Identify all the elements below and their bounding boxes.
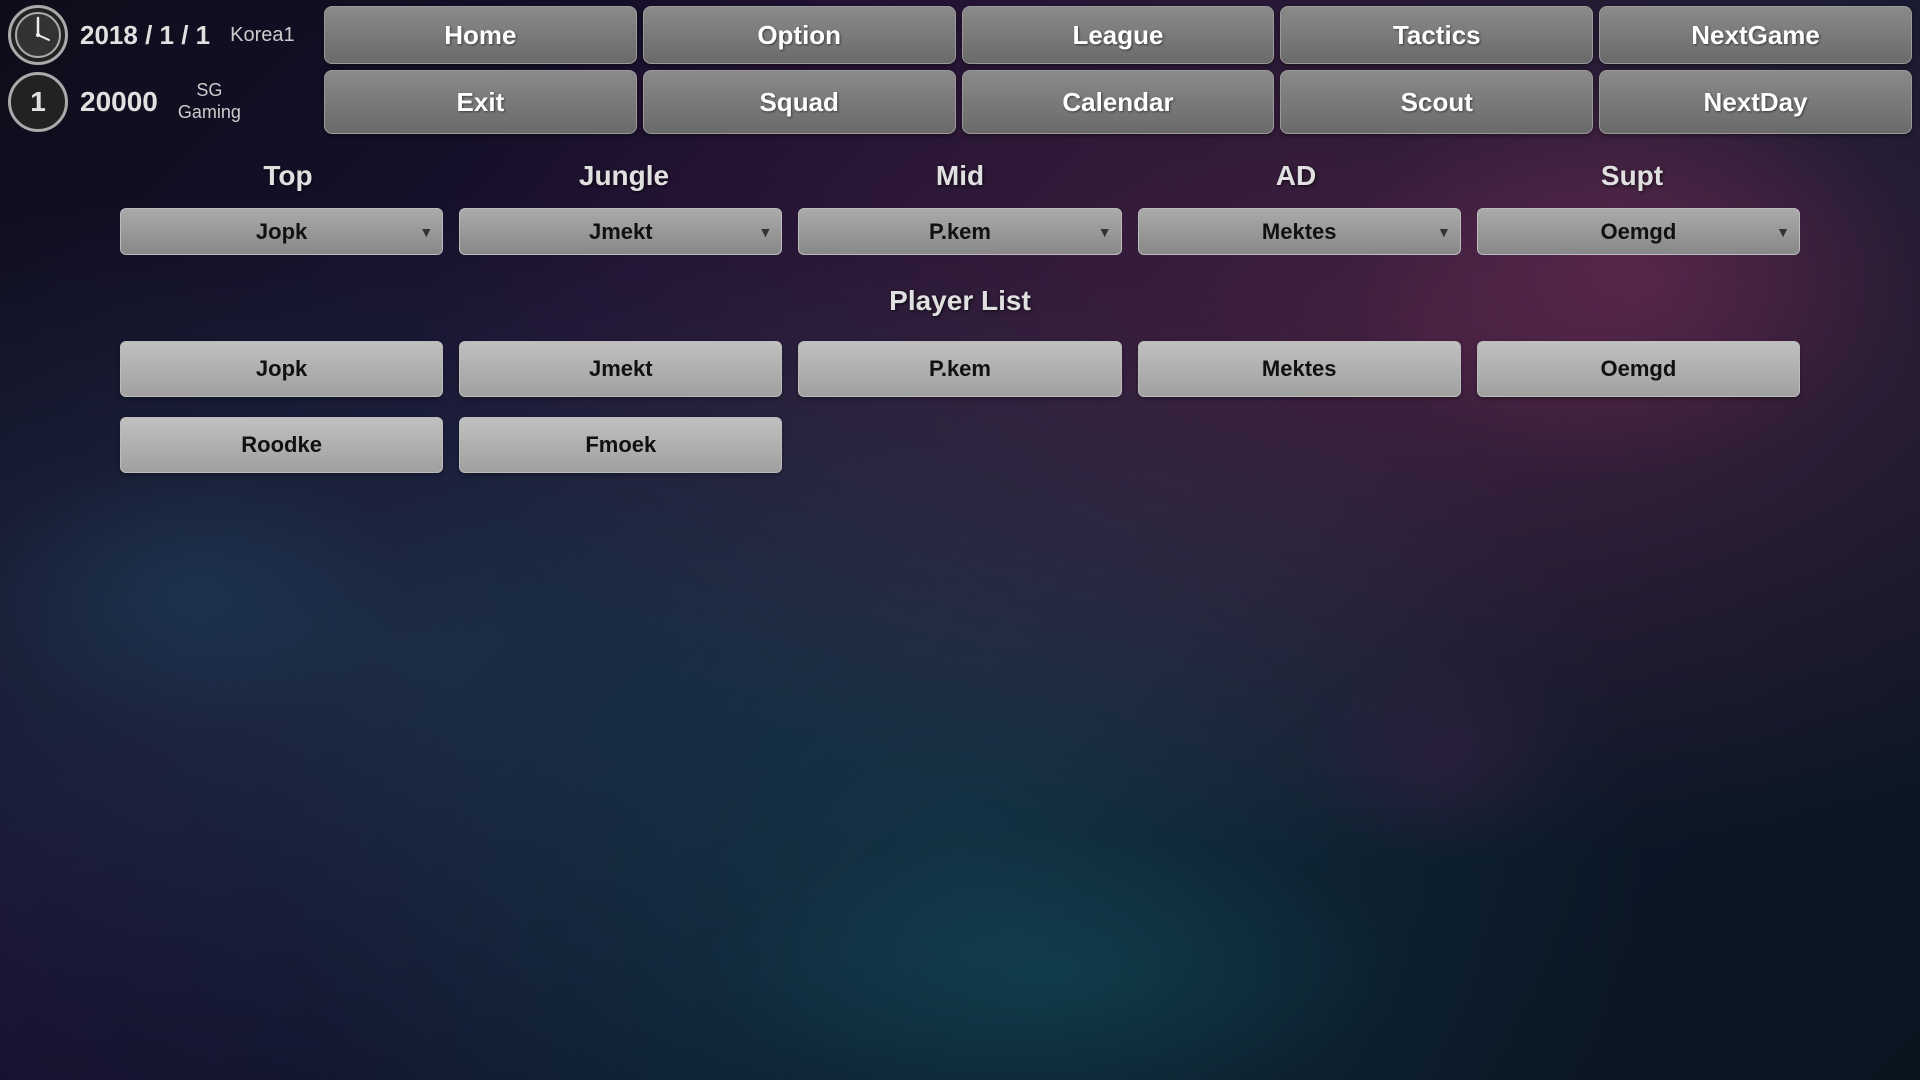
calendar-button[interactable]: Calendar — [962, 70, 1275, 134]
rank-badge: 1 — [8, 72, 68, 132]
top-select[interactable]: Jopk — [120, 208, 443, 255]
league-button[interactable]: League — [962, 6, 1275, 64]
jungle-select[interactable]: Jmekt — [459, 208, 782, 255]
mid-select[interactable]: P.kem — [798, 208, 1121, 255]
player-button-roodke[interactable]: Roodke — [120, 417, 443, 473]
squad-button[interactable]: Squad — [643, 70, 956, 134]
option-button[interactable]: Option — [643, 6, 956, 64]
exit-button[interactable]: Exit — [324, 70, 637, 134]
position-jungle-label: Jungle — [456, 160, 792, 192]
balance-display: 20000 — [80, 86, 158, 118]
date-display: 2018 / 1 / 1 — [80, 20, 210, 51]
player-list-title: Player List — [120, 285, 1800, 317]
position-ad-label: AD — [1128, 160, 1464, 192]
scout-button[interactable]: Scout — [1280, 70, 1593, 134]
ad-select[interactable]: Mektes — [1138, 208, 1461, 255]
jungle-select-wrapper[interactable]: Jmekt — [459, 208, 782, 255]
player-button-jopk[interactable]: Jopk — [120, 341, 443, 397]
clock-icon — [8, 5, 68, 65]
position-top-label: Top — [120, 160, 456, 192]
player-grid-row2: Roodke Fmoek — [120, 417, 1800, 473]
position-supt-label: Supt — [1464, 160, 1800, 192]
player-button-mektes[interactable]: Mektes — [1138, 341, 1461, 397]
position-mid-label: Mid — [792, 160, 1128, 192]
player-slot-empty-4 — [1138, 417, 1461, 473]
ad-select-wrapper[interactable]: Mektes — [1138, 208, 1461, 255]
nextday-button[interactable]: NextDay — [1599, 70, 1912, 134]
home-button[interactable]: Home — [324, 6, 637, 64]
player-button-fmoek[interactable]: Fmoek — [459, 417, 782, 473]
player-button-oemgd[interactable]: Oemgd — [1477, 341, 1800, 397]
player-slot-empty-5 — [1477, 417, 1800, 473]
player-grid-row1: Jopk Jmekt P.kem Mektes Oemgd — [120, 341, 1800, 397]
player-slot-empty-3 — [798, 417, 1121, 473]
team-name: SG Gaming — [178, 80, 241, 123]
supt-select[interactable]: Oemgd — [1477, 208, 1800, 255]
top-select-wrapper[interactable]: Jopk — [120, 208, 443, 255]
player-button-pkem[interactable]: P.kem — [798, 341, 1121, 397]
region-display: Korea1 — [230, 24, 295, 47]
nextgame-button[interactable]: NextGame — [1599, 6, 1912, 64]
mid-select-wrapper[interactable]: P.kem — [798, 208, 1121, 255]
player-button-jmekt[interactable]: Jmekt — [459, 341, 782, 397]
tactics-button[interactable]: Tactics — [1280, 6, 1593, 64]
supt-select-wrapper[interactable]: Oemgd — [1477, 208, 1800, 255]
